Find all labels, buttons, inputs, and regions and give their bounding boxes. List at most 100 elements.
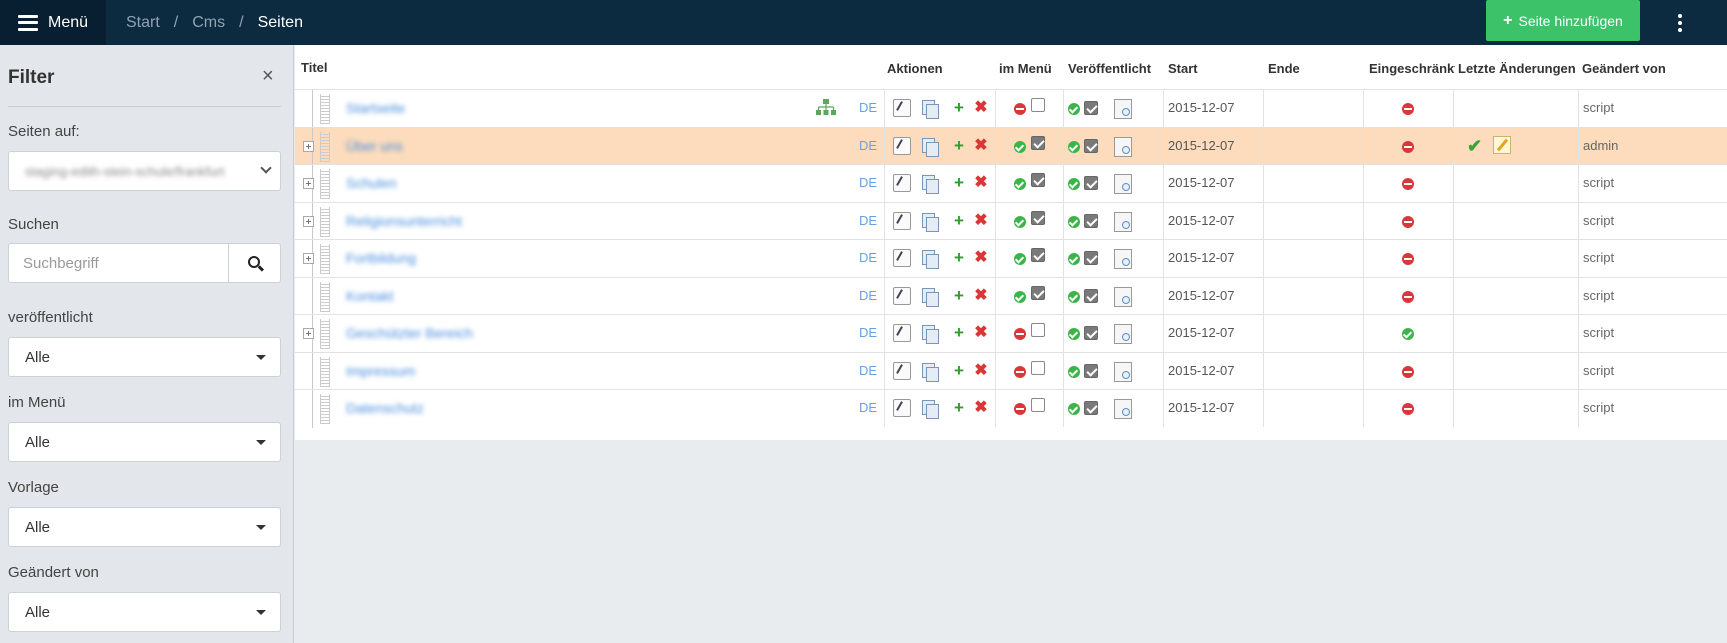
page-title-link[interactable]: Fortbildung xyxy=(346,250,416,266)
published-checkbox[interactable] xyxy=(1084,401,1098,415)
column-header-end[interactable]: Ende xyxy=(1268,61,1300,76)
expand-icon[interactable] xyxy=(303,178,314,189)
delete-page-icon[interactable]: ✖ xyxy=(972,324,990,342)
delete-page-icon[interactable]: ✖ xyxy=(972,99,990,117)
language-link[interactable]: DE xyxy=(859,400,877,415)
preview-icon[interactable] xyxy=(1114,136,1132,157)
copy-page-icon[interactable] xyxy=(921,362,939,382)
copy-page-icon[interactable] xyxy=(921,174,939,194)
more-options-icon[interactable] xyxy=(1670,12,1690,34)
published-checkbox[interactable] xyxy=(1084,213,1098,228)
page-title-link[interactable]: Über uns xyxy=(346,138,403,154)
drag-handle-icon[interactable] xyxy=(320,94,330,124)
published-checkbox[interactable] xyxy=(1084,326,1098,340)
column-header-in-menu[interactable]: im Menü xyxy=(999,61,1052,76)
column-header-restricted[interactable]: Eingeschränkt xyxy=(1369,61,1455,76)
delete-page-icon[interactable]: ✖ xyxy=(972,137,990,155)
column-header-published[interactable]: Veröffentlicht xyxy=(1068,61,1151,76)
table-row[interactable]: Kontakt DE + ✖ 2015-12-07 script xyxy=(295,276,1727,316)
preview-icon[interactable] xyxy=(1114,99,1132,119)
copy-page-icon[interactable] xyxy=(921,399,939,419)
in-menu-checkbox[interactable] xyxy=(1031,398,1045,412)
edit-page-icon[interactable] xyxy=(893,211,911,230)
table-row[interactable]: Geschützter Bereich DE + ✖ 2015-12-07 script xyxy=(295,314,1727,353)
page-title-link[interactable]: Impressum xyxy=(346,363,415,379)
page-title-link[interactable]: Datenschutz xyxy=(346,400,424,416)
site-select[interactable]: staging-edith-stein-schule/frankfurt xyxy=(8,151,281,191)
in-menu-checkbox[interactable] xyxy=(1031,285,1045,300)
column-header-last-changes[interactable]: Letzte Änderungen xyxy=(1458,61,1580,76)
published-filter-select[interactable]: Alle xyxy=(8,337,281,377)
column-header-title[interactable]: Titel xyxy=(301,60,328,75)
in-menu-checkbox[interactable] xyxy=(1031,360,1045,375)
published-checkbox[interactable] xyxy=(1084,251,1098,265)
drag-handle-icon[interactable] xyxy=(320,319,330,349)
page-title-link[interactable]: Schulen xyxy=(346,175,397,191)
table-row[interactable]: Startseite DE + ✖ 2015-12-07 script xyxy=(295,89,1727,128)
add-subpage-icon[interactable]: + xyxy=(950,136,968,155)
copy-page-icon[interactable] xyxy=(921,249,939,269)
drag-handle-icon[interactable] xyxy=(320,244,330,274)
preview-icon[interactable] xyxy=(1114,174,1132,194)
language-link[interactable]: DE xyxy=(859,363,877,378)
published-checkbox[interactable] xyxy=(1084,288,1098,303)
sitemap-icon[interactable] xyxy=(815,98,837,116)
table-row[interactable]: Fortbildung DE + ✖ 2015-12-07 script xyxy=(295,239,1727,278)
delete-page-icon[interactable]: ✖ xyxy=(972,362,990,380)
edit-page-icon[interactable] xyxy=(893,99,911,117)
delete-page-icon[interactable]: ✖ xyxy=(972,174,990,192)
language-link[interactable]: DE xyxy=(859,288,877,303)
expand-icon[interactable] xyxy=(303,253,314,264)
language-link[interactable]: DE xyxy=(859,175,877,190)
copy-page-icon[interactable] xyxy=(921,287,939,307)
published-checkbox[interactable] xyxy=(1084,101,1098,115)
copy-page-icon[interactable] xyxy=(921,137,939,157)
preview-icon[interactable] xyxy=(1114,211,1132,232)
delete-page-icon[interactable]: ✖ xyxy=(972,212,990,230)
add-subpage-icon[interactable]: + xyxy=(950,174,968,192)
edit-page-icon[interactable] xyxy=(893,324,911,342)
column-header-changed-by[interactable]: Geändert von xyxy=(1582,61,1666,76)
expand-icon[interactable] xyxy=(303,328,314,339)
in-menu-checkbox[interactable] xyxy=(1031,210,1045,225)
edit-page-icon[interactable] xyxy=(893,361,911,380)
published-checkbox[interactable] xyxy=(1084,138,1098,153)
language-link[interactable]: DE xyxy=(859,325,877,340)
expand-icon[interactable] xyxy=(303,140,314,152)
drag-handle-icon[interactable] xyxy=(320,169,330,199)
changed-by-filter-select[interactable]: Alle xyxy=(8,592,281,632)
language-link[interactable]: DE xyxy=(859,250,877,265)
table-row[interactable]: Impressum DE + ✖ 2015-12-07 script xyxy=(295,351,1727,391)
breadcrumb-cms[interactable]: Cms xyxy=(192,14,225,32)
in-menu-checkbox[interactable] xyxy=(1031,248,1045,262)
table-row[interactable]: Schulen DE + ✖ 2015-12-07 script xyxy=(295,164,1727,203)
add-subpage-icon[interactable]: + xyxy=(950,286,968,305)
add-subpage-icon[interactable]: + xyxy=(950,324,968,342)
published-checkbox[interactable] xyxy=(1084,176,1098,190)
language-link[interactable]: DE xyxy=(859,138,877,153)
delete-page-icon[interactable]: ✖ xyxy=(972,287,990,305)
table-row[interactable]: Datenschutz DE + ✖ 2015-12-07 script xyxy=(295,389,1727,428)
add-subpage-icon[interactable]: + xyxy=(950,399,968,417)
in-menu-checkbox[interactable] xyxy=(1031,98,1045,112)
edit-page-icon[interactable] xyxy=(893,249,911,267)
preview-icon[interactable] xyxy=(1114,324,1132,344)
edit-changes-icon[interactable] xyxy=(1493,135,1511,154)
preview-icon[interactable] xyxy=(1114,249,1132,269)
copy-page-icon[interactable] xyxy=(921,99,939,119)
language-link[interactable]: DE xyxy=(859,213,877,228)
page-title-link[interactable]: Kontakt xyxy=(346,288,393,304)
delete-page-icon[interactable]: ✖ xyxy=(972,249,990,267)
edit-page-icon[interactable] xyxy=(893,136,911,155)
drag-handle-icon[interactable] xyxy=(320,356,330,387)
copy-page-icon[interactable] xyxy=(921,212,939,232)
drag-handle-icon[interactable] xyxy=(320,206,330,237)
edit-page-icon[interactable] xyxy=(893,174,911,192)
add-subpage-icon[interactable]: + xyxy=(950,249,968,267)
search-button[interactable] xyxy=(228,243,281,283)
page-title-link[interactable]: Geschützter Bereich xyxy=(346,325,473,341)
add-subpage-icon[interactable]: + xyxy=(950,99,968,117)
drag-handle-icon[interactable] xyxy=(320,281,330,312)
preview-icon[interactable] xyxy=(1114,286,1132,307)
search-input[interactable] xyxy=(8,243,229,283)
